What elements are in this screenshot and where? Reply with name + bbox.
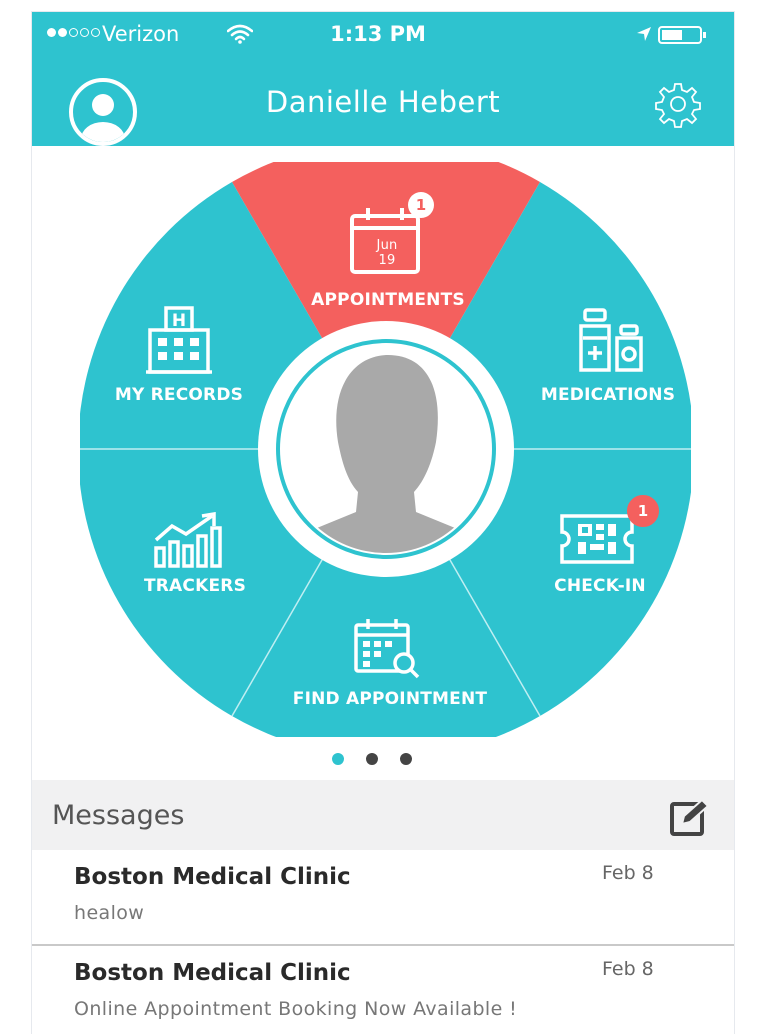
page-dot-active[interactable] [332,753,344,765]
trackers-label: TRACKERS [143,576,247,596]
app-screen: Verizon 1:13 PM Danielle Hebert Jun 19 1… [32,12,734,1034]
message-date: Feb 8 [602,958,654,980]
page-dot[interactable] [400,753,412,765]
check-in-badge: 1 [627,495,659,527]
appointments-badge: 1 [408,192,434,218]
message-preview: Online Appointment Booking Now Available… [74,998,518,1020]
app-header: Verizon 1:13 PM Danielle Hebert [32,12,734,146]
message-preview: healow [74,902,145,924]
location-arrow-icon [637,27,651,41]
find-appointment-label: FIND APPOINTMENT [292,689,488,709]
calendar-search-icon [354,619,420,679]
gear-icon [655,83,701,128]
message-item[interactable]: Boston Medical Clinic Feb 8 healow [32,850,734,946]
message-item[interactable]: Boston Medical Clinic Feb 8 Online Appoi… [32,946,734,1034]
medications-label: MEDICATIONS [540,385,676,405]
message-sender: Boston Medical Clinic [74,864,351,890]
calendar-month: Jun [376,238,398,253]
hospital-building-icon: H [146,306,212,374]
trend-chart-icon [154,512,222,568]
messages-title: Messages [52,800,185,831]
calendar-day: 19 [378,253,396,268]
message-date: Feb 8 [602,862,654,884]
svg-text:H: H [172,311,186,331]
medicine-bottles-icon [579,308,643,372]
user-name-title: Danielle Hebert [265,85,501,119]
messages-header: Messages [32,780,734,850]
compose-icon [670,798,710,836]
settings-button[interactable] [652,78,704,130]
battery-icon [658,26,706,44]
page-indicator [332,753,412,765]
qr-ticket-icon [560,514,634,564]
appointments-label: APPOINTMENTS [311,290,465,310]
page-dot[interactable] [366,753,378,765]
status-bar: Verizon 1:13 PM [32,12,734,58]
feature-wheel: Jun 19 1 APPOINTMENTS MEDICATIONS H MY R… [80,162,691,737]
my-records-label: MY RECORDS [114,385,244,405]
check-in-label: CHECK-IN [554,576,646,596]
message-sender: Boston Medical Clinic [74,960,351,986]
status-time: 1:13 PM [330,22,426,46]
compose-message-button[interactable] [668,798,710,838]
